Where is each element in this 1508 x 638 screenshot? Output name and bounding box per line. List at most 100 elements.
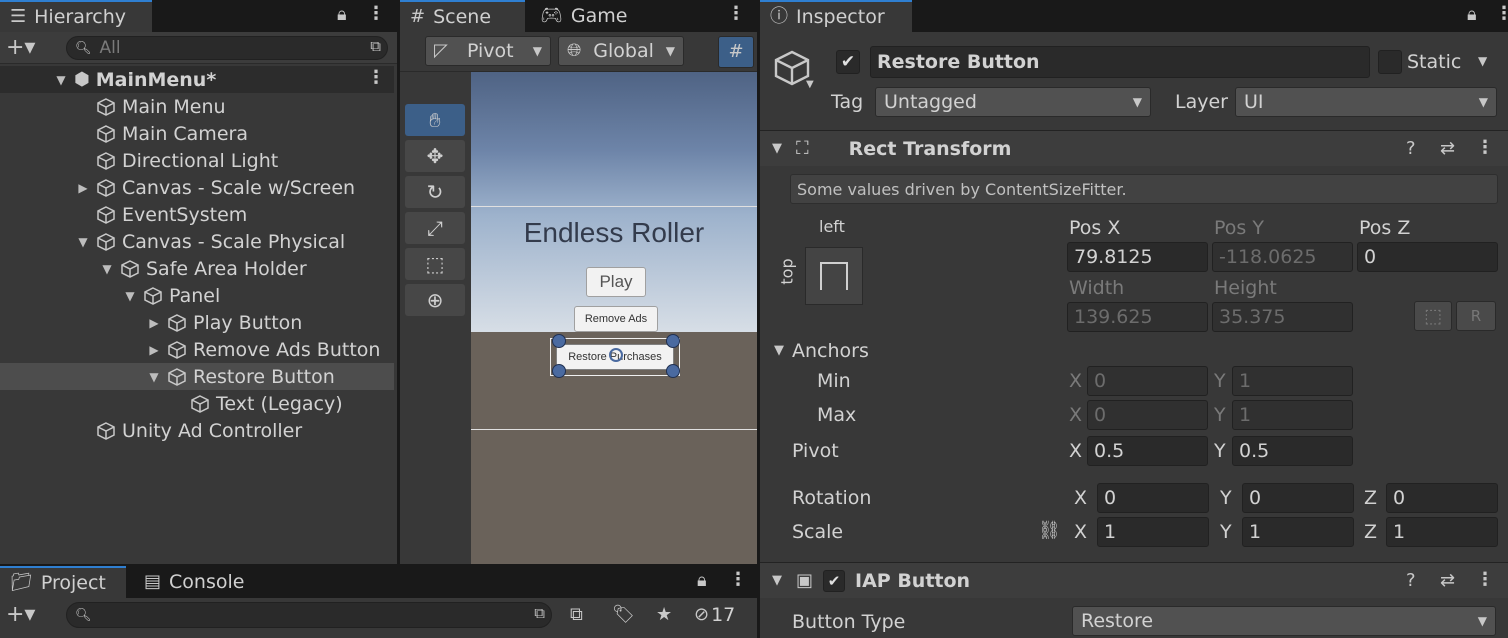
tag-dropdown[interactable]: Untagged ▼ <box>875 87 1151 117</box>
tab-hierarchy[interactable]: ☰ Hierarchy <box>0 0 152 32</box>
hierarchy-item[interactable]: ▶ Canvas - Scale w/Screen <box>0 174 394 201</box>
chevron-down-icon[interactable]: ▼ <box>806 80 814 90</box>
hierarchy-item[interactable]: ▶ Play Button <box>0 309 394 336</box>
hierarchy-item[interactable]: ▼ Panel <box>0 282 394 309</box>
lock-icon[interactable]: 🔒︎ <box>697 572 707 590</box>
height-field[interactable]: 35.375 <box>1212 302 1353 332</box>
hierarchy-item[interactable]: Directional Light <box>0 147 394 174</box>
play-button-preview[interactable]: Play <box>586 267 646 297</box>
button-type-dropdown[interactable]: Restore ▼ <box>1072 606 1496 636</box>
splitter-vertical[interactable] <box>397 0 400 564</box>
filter-by-type-icon[interactable]: ⧉ <box>570 606 583 624</box>
grid-snap-button[interactable]: # <box>718 36 754 68</box>
pos-y-field[interactable]: -118.0625 <box>1212 242 1353 272</box>
rotation-x-field[interactable]: 0 <box>1097 483 1209 513</box>
anchor-presets-button[interactable] <box>805 247 863 305</box>
scene-root-row[interactable]: ▼ ⬢ MainMenu* ⋮ <box>0 66 394 93</box>
project-search-input[interactable]: 🔍︎ ⧉ <box>66 602 552 628</box>
hierarchy-item[interactable]: ▶ Remove Ads Button <box>0 336 394 363</box>
pos-z-field[interactable]: 0 <box>1357 242 1498 272</box>
anchor-min-y-field[interactable]: 1 <box>1232 366 1353 396</box>
hierarchy-item[interactable]: EventSystem <box>0 201 394 228</box>
transform-tool-button[interactable]: ⊕ <box>405 284 465 316</box>
scene-viewport[interactable]: Endless Roller Play Remove Ads Restore P… <box>471 72 757 564</box>
scale-y-field[interactable]: 1 <box>1242 517 1354 547</box>
tab-game[interactable]: 🎮︎ Game <box>530 0 640 32</box>
object-name-field[interactable]: Restore Button <box>870 46 1370 78</box>
help-icon[interactable]: ? <box>1406 140 1416 158</box>
kebab-menu-icon[interactable]: ⋮ <box>1476 139 1494 157</box>
kebab-menu-icon[interactable]: ⋮ <box>729 571 747 589</box>
hierarchy-search-input[interactable]: 🔍︎ All ⧉ <box>66 36 388 60</box>
remove-ads-button-preview[interactable]: Remove Ads <box>574 306 658 332</box>
collapse-arrow-icon[interactable]: ▼ <box>123 289 137 303</box>
iap-button-header[interactable]: ▼ ▣ ✔ IAP Button ? ⇄ ⋮ <box>760 562 1508 598</box>
tab-console[interactable]: ▤ Console <box>134 566 264 598</box>
rect-tool-button[interactable]: ⬚ <box>405 248 465 280</box>
constrain-proportions-link-icon[interactable]: ⛓︎ <box>1038 522 1061 540</box>
component-enabled-checkbox[interactable]: ✔ <box>823 569 846 592</box>
hierarchy-item[interactable]: ▼ Safe Area Holder <box>0 255 394 282</box>
pivot-x-field[interactable]: 0.5 <box>1087 436 1208 466</box>
help-icon[interactable]: ? <box>1406 572 1416 590</box>
splitter-horizontal[interactable] <box>0 564 757 566</box>
collapse-arrow-icon[interactable]: ▼ <box>76 235 90 249</box>
collapse-arrow-icon[interactable]: ▼ <box>772 142 782 155</box>
hierarchy-item[interactable]: Main Menu <box>0 93 394 120</box>
rect-transform-header[interactable]: ▼ ⛶ Rect Transform ? ⇄ ⋮ <box>760 130 1508 166</box>
kebab-menu-icon[interactable]: ⋮ <box>367 69 385 87</box>
tab-inspector[interactable]: ⓘ Inspector <box>760 0 912 32</box>
scale-tool-button[interactable]: ⤢ <box>405 212 465 244</box>
hand-tool-button[interactable]: ✋︎ <box>405 104 465 136</box>
kebab-menu-icon[interactable]: ⋮ <box>727 5 745 23</box>
search-options-icon[interactable]: ⧉ <box>370 39 381 54</box>
global-dropdown[interactable]: 🌐︎ Global ▼ <box>558 36 684 66</box>
favorite-star-icon[interactable]: ★ <box>656 606 672 624</box>
scale-z-field[interactable]: 1 <box>1386 517 1498 547</box>
presets-icon[interactable]: ⇄ <box>1440 572 1455 590</box>
kebab-menu-icon[interactable]: ⋮ <box>367 5 385 23</box>
hierarchy-item-selected[interactable]: ▼ Restore Button <box>0 363 394 390</box>
anchor-max-x-field[interactable]: 0 <box>1087 400 1208 430</box>
kebab-menu-icon[interactable]: ⋮ <box>1476 571 1494 589</box>
static-checkbox[interactable] <box>1378 50 1402 74</box>
rect-handle[interactable] <box>666 334 680 348</box>
hierarchy-item[interactable]: Text (Legacy) <box>0 390 394 417</box>
expand-arrow-icon[interactable]: ▶ <box>76 181 90 195</box>
expand-arrow-icon[interactable]: ▶ <box>147 316 161 330</box>
rect-handle[interactable] <box>552 334 566 348</box>
hierarchy-item[interactable]: Main Camera <box>0 120 394 147</box>
pivot-dropdown[interactable]: ◸ Pivot ▼ <box>425 36 551 66</box>
expand-arrow-icon[interactable]: ▶ <box>147 343 161 357</box>
width-field[interactable]: 139.625 <box>1067 302 1208 332</box>
anchor-max-y-field[interactable]: 1 <box>1232 400 1353 430</box>
add-icon[interactable]: +▾ <box>6 604 35 626</box>
presets-icon[interactable]: ⇄ <box>1440 140 1455 158</box>
collapse-arrow-icon[interactable]: ▼ <box>774 344 784 357</box>
rotation-y-field[interactable]: 0 <box>1242 483 1354 513</box>
rotate-tool-button[interactable]: ↻ <box>405 176 465 208</box>
tab-scene[interactable]: # Scene <box>400 0 525 32</box>
lock-icon[interactable]: 🔒︎ <box>337 6 347 24</box>
rect-handle[interactable] <box>552 364 566 378</box>
search-options-icon[interactable]: ⧉ <box>534 606 545 621</box>
tab-project[interactable]: 📁︎ Project <box>0 566 126 598</box>
hierarchy-item[interactable]: Unity Ad Controller <box>0 417 394 444</box>
pos-x-field[interactable]: 79.8125 <box>1067 242 1208 272</box>
layer-dropdown[interactable]: UI ▼ <box>1235 87 1497 117</box>
collapse-arrow-icon[interactable]: ▼ <box>100 262 114 276</box>
pivot-y-field[interactable]: 0.5 <box>1232 436 1353 466</box>
scale-x-field[interactable]: 1 <box>1097 517 1209 547</box>
rect-handle[interactable] <box>666 364 680 378</box>
expand-arrow-icon[interactable]: ▼ <box>54 73 68 87</box>
move-tool-button[interactable]: ✥ <box>405 140 465 172</box>
collapse-arrow-icon[interactable]: ▼ <box>147 370 161 384</box>
rotation-z-field[interactable]: 0 <box>1386 483 1498 513</box>
pivot-handle[interactable] <box>609 348 623 362</box>
blueprint-mode-button[interactable]: ⬚ <box>1414 301 1452 331</box>
active-checkbox[interactable]: ✔ <box>836 50 860 74</box>
lock-icon[interactable]: 🔒︎ <box>1467 6 1477 24</box>
collapse-arrow-icon[interactable]: ▼ <box>772 574 782 587</box>
hierarchy-item[interactable]: ▼ Canvas - Scale Physical <box>0 228 394 255</box>
filter-by-label-icon[interactable]: 🏷︎ <box>612 606 635 624</box>
